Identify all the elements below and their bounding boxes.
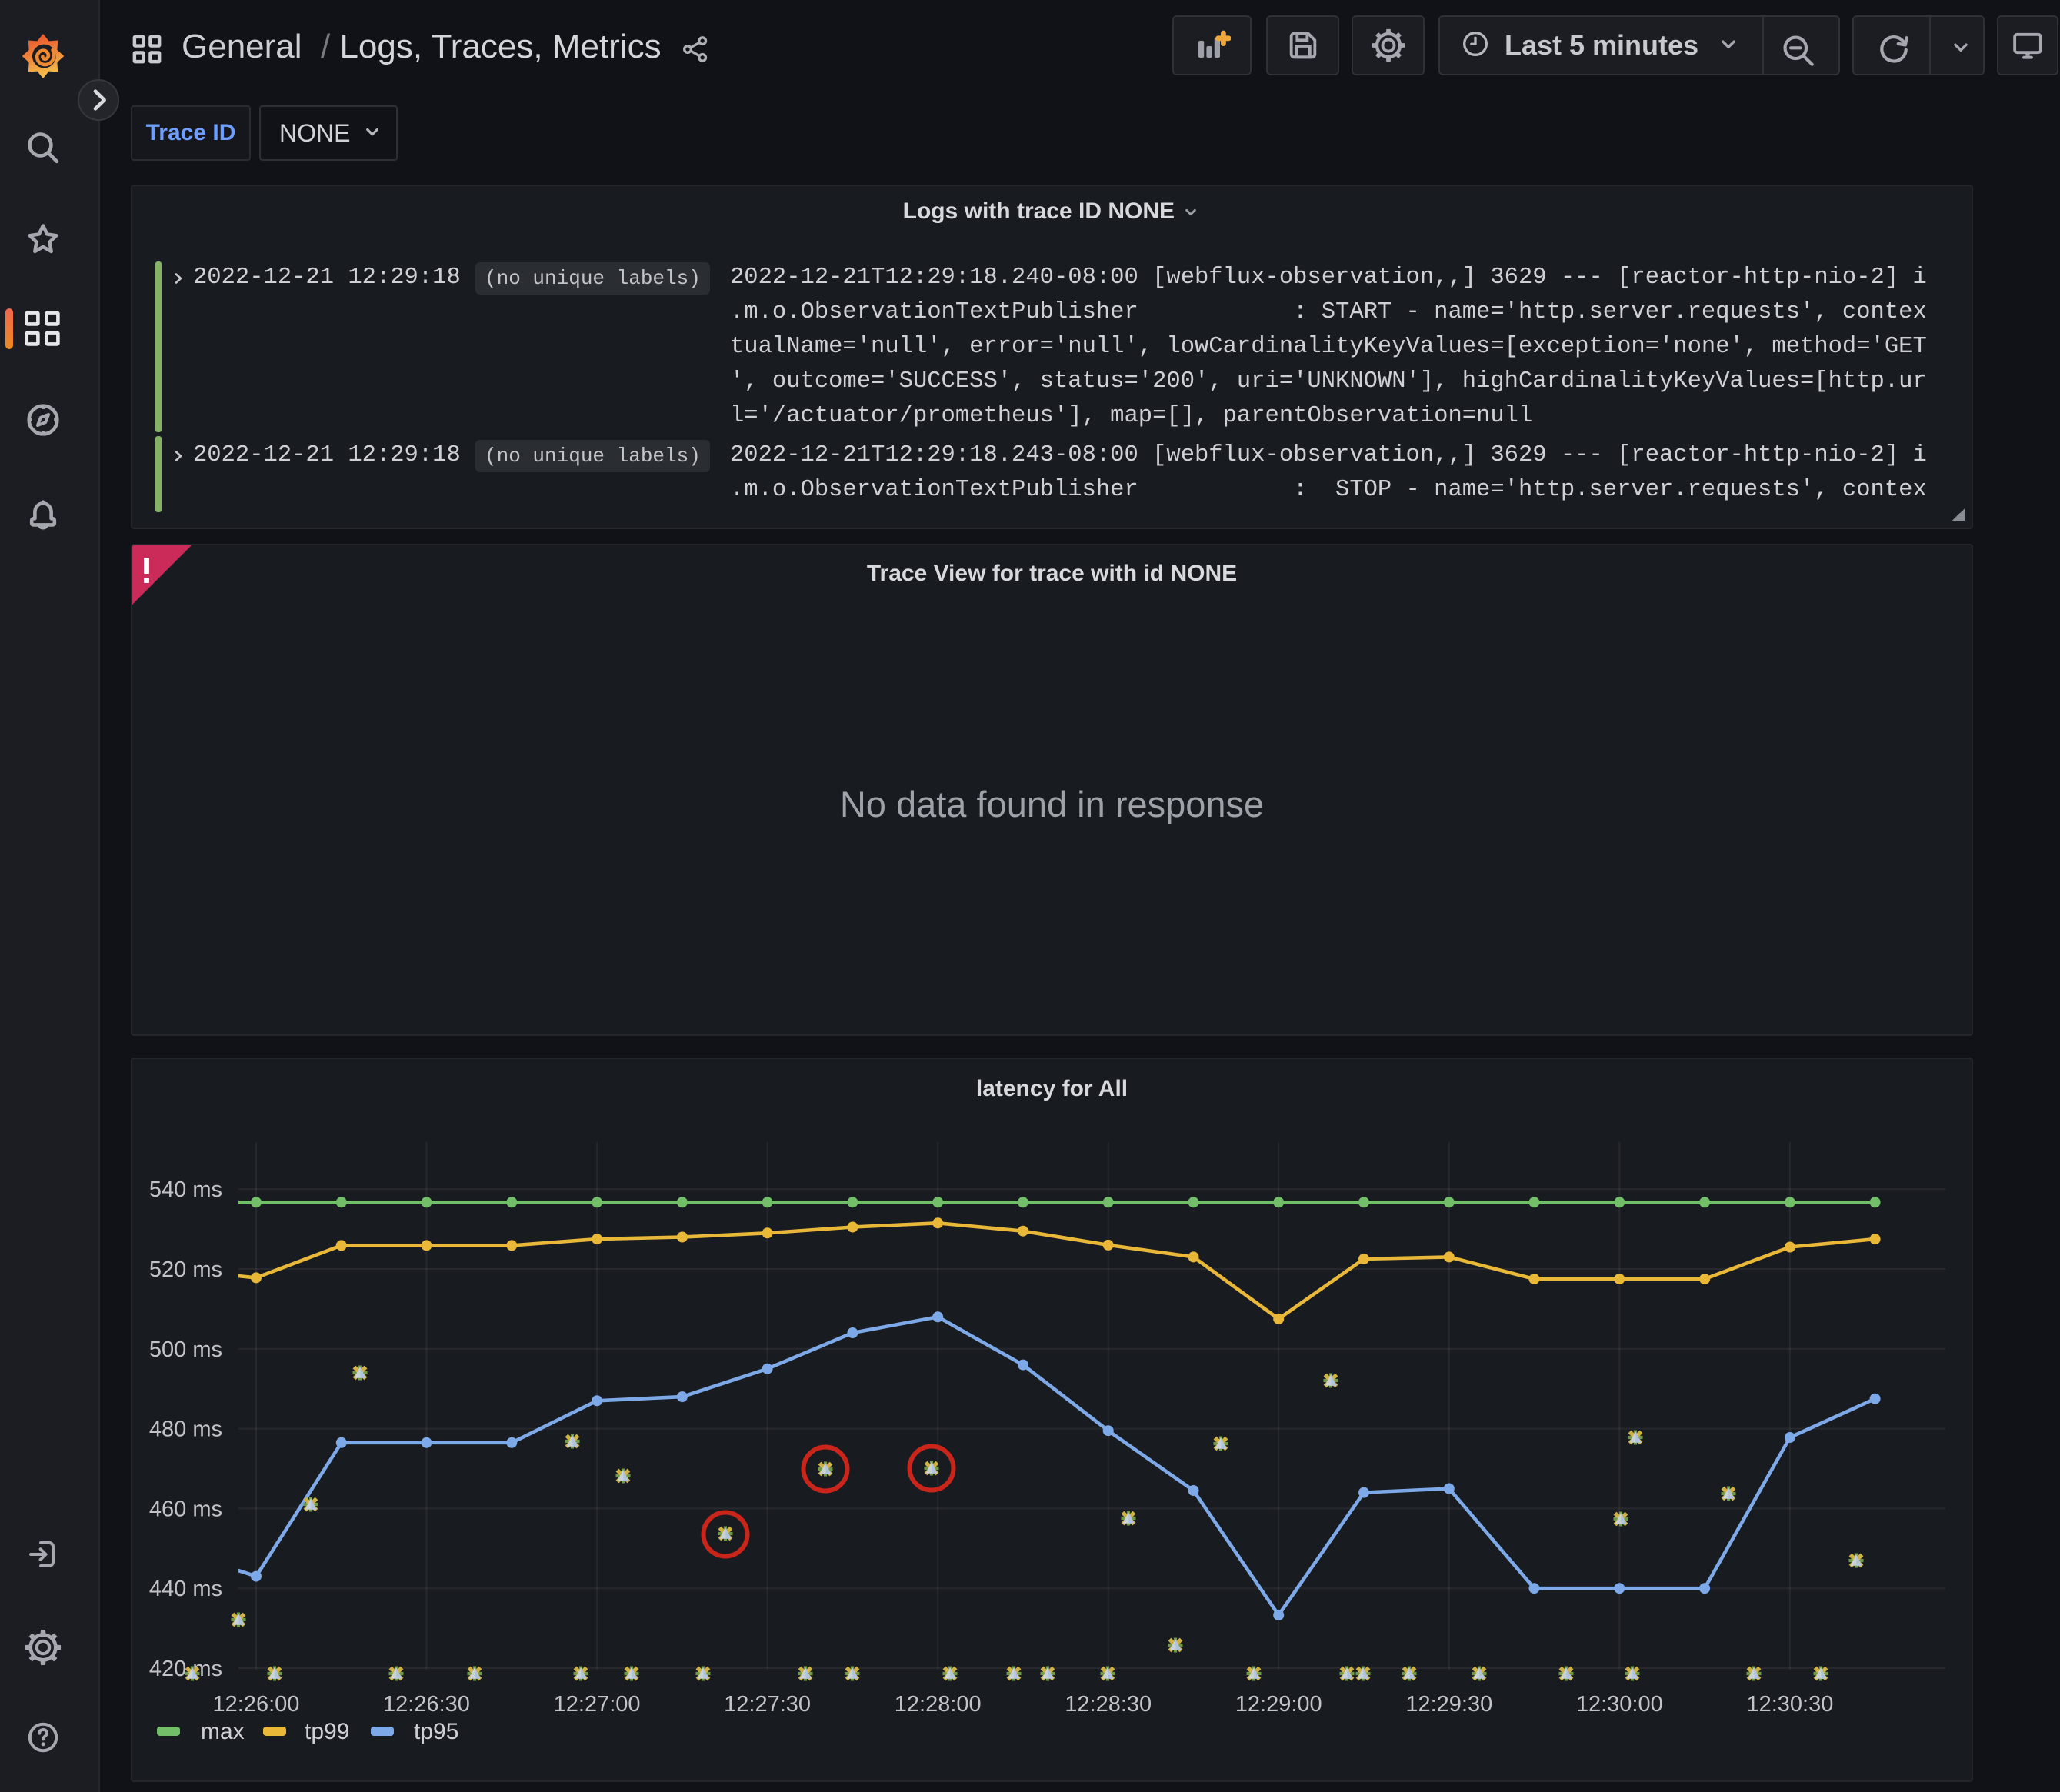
svg-text:540 ms: 540 ms xyxy=(149,1177,222,1202)
svg-text:12:29:30: 12:29:30 xyxy=(1405,1692,1492,1717)
svg-text:12:27:00: 12:27:00 xyxy=(554,1692,641,1717)
svg-text:12:28:00: 12:28:00 xyxy=(895,1692,982,1717)
svg-text:440 ms: 440 ms xyxy=(149,1577,222,1601)
svg-text:12:29:00: 12:29:00 xyxy=(1235,1692,1322,1717)
svg-text:12:27:30: 12:27:30 xyxy=(724,1692,811,1717)
svg-text:12:26:30: 12:26:30 xyxy=(383,1692,470,1717)
svg-text:500 ms: 500 ms xyxy=(149,1337,222,1362)
svg-text:max: max xyxy=(201,1719,245,1744)
svg-text:12:28:30: 12:28:30 xyxy=(1065,1692,1152,1717)
svg-text:12:30:30: 12:30:30 xyxy=(1746,1692,1833,1717)
svg-text:520 ms: 520 ms xyxy=(149,1257,222,1282)
svg-text:tp95: tp95 xyxy=(414,1719,458,1744)
svg-text:12:30:00: 12:30:00 xyxy=(1576,1692,1663,1717)
svg-text:12:26:00: 12:26:00 xyxy=(213,1692,300,1717)
svg-text:460 ms: 460 ms xyxy=(149,1497,222,1521)
svg-text:480 ms: 480 ms xyxy=(149,1417,222,1442)
svg-text:tp99: tp99 xyxy=(305,1719,349,1744)
